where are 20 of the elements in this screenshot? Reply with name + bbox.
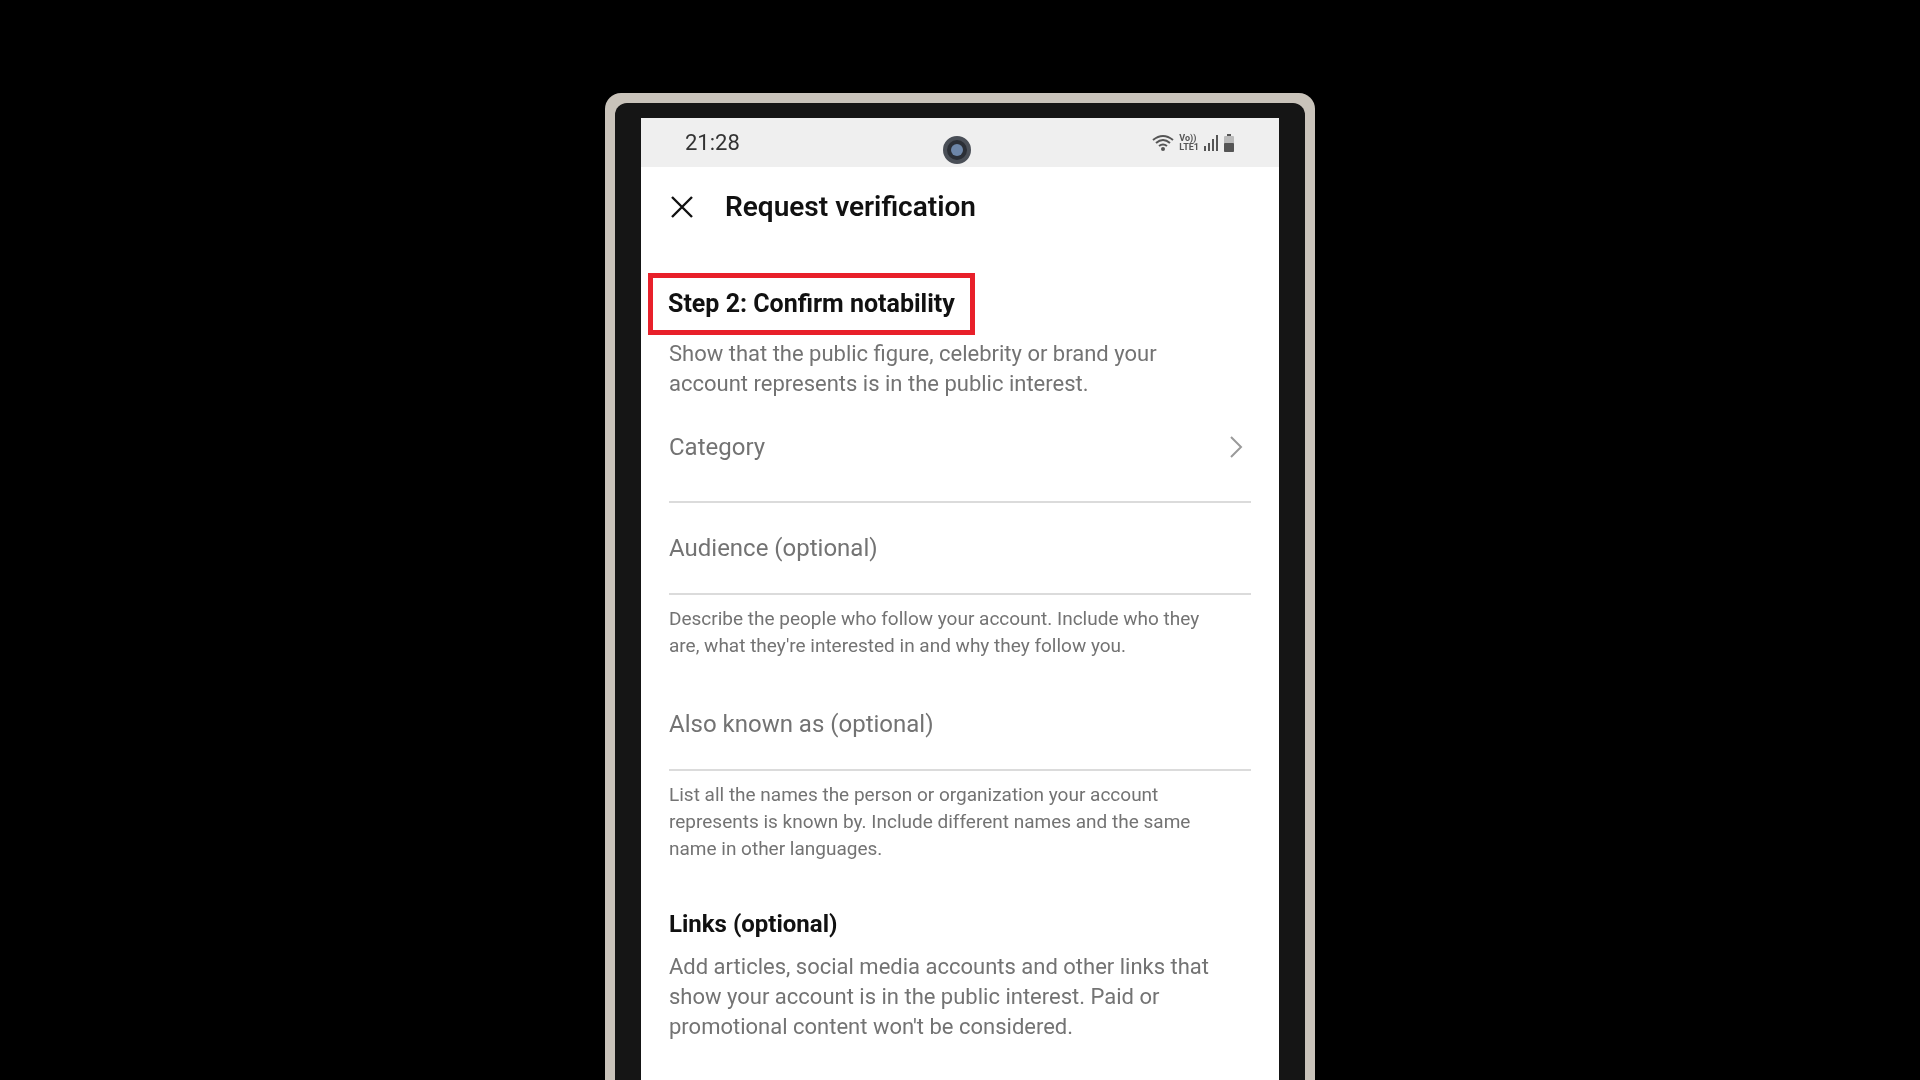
links-description: Add articles, social media accounts and other links that show your account is in the public interest. Paid or promotional content won't be considered. bbox=[669, 953, 1211, 1041]
battery-icon bbox=[1223, 133, 1235, 152]
close-button[interactable] bbox=[669, 194, 695, 220]
status-time: 21:28 bbox=[685, 129, 740, 157]
step-description: Show that the public figure, celebrity or brand your account represents is in the public interest. bbox=[669, 340, 1158, 398]
signal-icon bbox=[1203, 134, 1219, 151]
links-title: Links (optional) bbox=[669, 909, 839, 940]
field-help-text: List all the names the person or organization your account represents is known by. Include different names and the same name in other languages. bbox=[669, 782, 1192, 862]
page-title: Request verification bbox=[725, 189, 976, 225]
field-help-text: Describe the people who follow your account. Include who they are, what they're interested in and why they follow you. bbox=[669, 606, 1201, 659]
text-input-field[interactable]: Audience (optional) bbox=[669, 503, 1251, 595]
category-select[interactable]: Category bbox=[669, 399, 1251, 503]
step-title: Step 2: Confirm notability bbox=[668, 288, 955, 320]
front-camera-icon bbox=[943, 136, 971, 164]
network-label: LTE1 bbox=[1179, 142, 1199, 152]
network-label: Vo)) bbox=[1179, 133, 1198, 143]
wifi-icon bbox=[1151, 133, 1176, 152]
close-icon bbox=[670, 195, 694, 219]
chevron-right-icon bbox=[1229, 435, 1243, 459]
text-input-field[interactable]: Also known as (optional) bbox=[669, 679, 1251, 771]
